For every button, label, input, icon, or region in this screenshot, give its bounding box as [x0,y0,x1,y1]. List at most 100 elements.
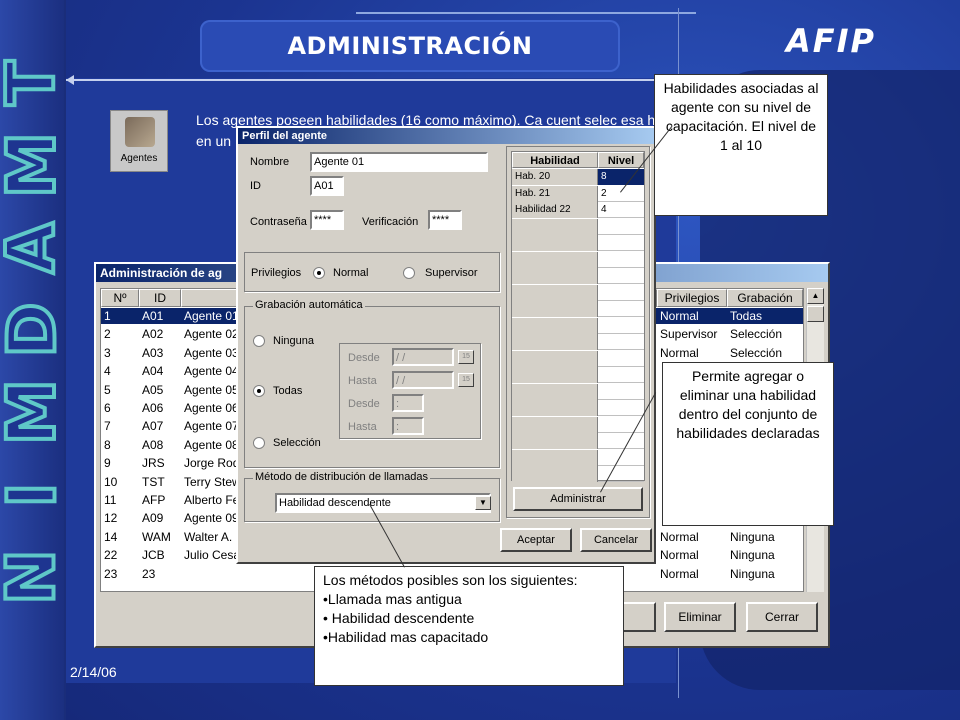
hasta-time-label: Hasta [348,421,377,433]
aceptar-button[interactable]: Aceptar [500,528,572,552]
table-cell-priv: Normal [660,566,699,581]
desde-date-field[interactable]: / / [392,348,454,366]
verification-field[interactable]: **** [428,210,462,230]
method-item: •Habilidad mas capacitado [323,629,489,645]
table-cell-n: 1 [104,309,111,323]
skill-level-cell[interactable] [598,351,644,367]
table-cell-id: 23 [142,566,156,581]
skill-level-cell[interactable] [598,384,644,400]
skill-level-cell[interactable] [598,252,644,268]
skill-row[interactable] [512,350,644,367]
skill-level-cell[interactable] [598,400,644,416]
desde-time-field[interactable]: : [392,394,424,412]
nombre-field[interactable]: Agente 01 [310,152,488,172]
skill-level-cell[interactable]: 2 [598,186,644,202]
skill-row[interactable] [512,416,644,433]
table-cell-n: 14 [104,529,118,544]
skill-row[interactable] [512,301,644,317]
table-cell-priv: Normal [660,548,699,563]
column-header-id[interactable]: ID [139,289,181,307]
skill-name-cell [512,416,598,433]
column-header-n[interactable]: Nº [101,289,139,307]
side-title-letter: N [0,547,72,606]
id-field[interactable]: A01 [310,176,344,196]
arrowhead-icon [66,75,74,85]
skill-level-cell[interactable] [598,367,644,383]
table-cell-n: 7 [104,419,111,434]
table-cell-n: 10 [104,474,118,489]
table-cell-n: 3 [104,345,111,360]
skill-row[interactable] [512,400,644,416]
skill-row[interactable]: Hab. 20 8 [512,169,644,185]
skill-row[interactable] [512,367,644,383]
skill-row[interactable] [512,284,644,301]
skill-level-cell[interactable] [598,235,644,251]
agents-app-icon[interactable]: Agentes [110,110,168,172]
chevron-down-icon[interactable]: ▼ [475,496,491,510]
scroll-up-icon[interactable]: ▲ [807,288,824,304]
grab-todas-radio[interactable] [253,385,265,397]
privileges-group: Privilegios Normal Supervisor [244,252,500,292]
skill-level-cell[interactable]: 4 [598,202,644,218]
top-rule [356,12,696,14]
skill-row[interactable] [512,334,644,350]
calendar-icon[interactable]: 15 [458,350,474,364]
table-cell-id: AFP [142,493,166,507]
skill-level-cell[interactable] [598,466,644,482]
skills-header-habilidad[interactable]: Habilidad [512,152,598,168]
side-title: TMADMIN [0,50,72,610]
table-cell-id: WAM [142,529,171,544]
dialog-titlebar: Perfil del agente [238,128,654,144]
side-title-letter: D [0,301,72,360]
skill-level-cell[interactable] [598,301,644,317]
administrar-button[interactable]: Administrar [513,487,643,511]
skill-row[interactable] [512,235,644,251]
skill-row[interactable] [512,268,644,284]
skill-row[interactable] [512,218,644,235]
recording-group-title: Grabación automática [253,299,365,311]
column-header-grabacion[interactable]: Grabación [727,289,803,307]
password-label: Contraseña [250,216,307,228]
skills-header-nivel[interactable]: Nivel [598,152,644,168]
skill-level-cell[interactable] [598,433,644,449]
skill-row[interactable] [512,449,644,466]
skill-row[interactable]: Habilidad 22 4 [512,202,644,218]
page-title: ADMINISTRACIÓN [287,32,533,60]
cerrar-button[interactable]: Cerrar [746,602,818,632]
title-banner: ADMINISTRACIÓN [200,20,620,72]
grab-ninguna-label: Ninguna [273,335,314,347]
table-cell-id: A07 [142,419,164,434]
skill-row[interactable] [512,251,644,268]
cancelar-button[interactable]: Cancelar [580,528,652,552]
priv-normal-radio[interactable] [313,267,325,279]
side-title-letter: T [0,58,72,107]
table-cell-priv: Supervisor [660,327,718,342]
skill-level-cell[interactable] [598,285,644,301]
scroll-thumb[interactable] [807,306,824,322]
table-cell-n: 9 [104,456,111,471]
side-title-letter: I [0,480,72,509]
skill-row[interactable] [512,383,644,400]
skill-level-cell[interactable] [598,318,644,334]
date-range-group: Desde / / 15 Hasta / / 15 Desde : Hasta … [339,343,481,439]
table-cell-n: 23 [104,566,118,581]
skill-name-cell [512,301,598,317]
distribution-method-select[interactable]: Habilidad descendente [275,493,491,513]
skill-level-cell[interactable] [598,219,644,235]
hasta-time-field[interactable]: : [392,417,424,435]
skill-level-cell[interactable] [598,334,644,350]
grab-ninguna-radio[interactable] [253,335,265,347]
hasta-date-field[interactable]: / / [392,371,454,389]
calendar-icon[interactable]: 15 [458,373,474,387]
skill-row[interactable] [512,466,644,482]
table-cell-n: 2 [104,327,111,342]
priv-supervisor-radio[interactable] [403,267,415,279]
grab-seleccion-radio[interactable] [253,437,265,449]
skill-row[interactable] [512,317,644,334]
nombre-label: Nombre [250,156,290,168]
table-cell-grab: Selección [730,345,783,360]
eliminar-button[interactable]: Eliminar [664,602,736,632]
skill-level-cell[interactable] [598,268,644,284]
column-header-privilegios[interactable]: Privilegios [657,289,727,307]
password-field[interactable]: **** [310,210,344,230]
